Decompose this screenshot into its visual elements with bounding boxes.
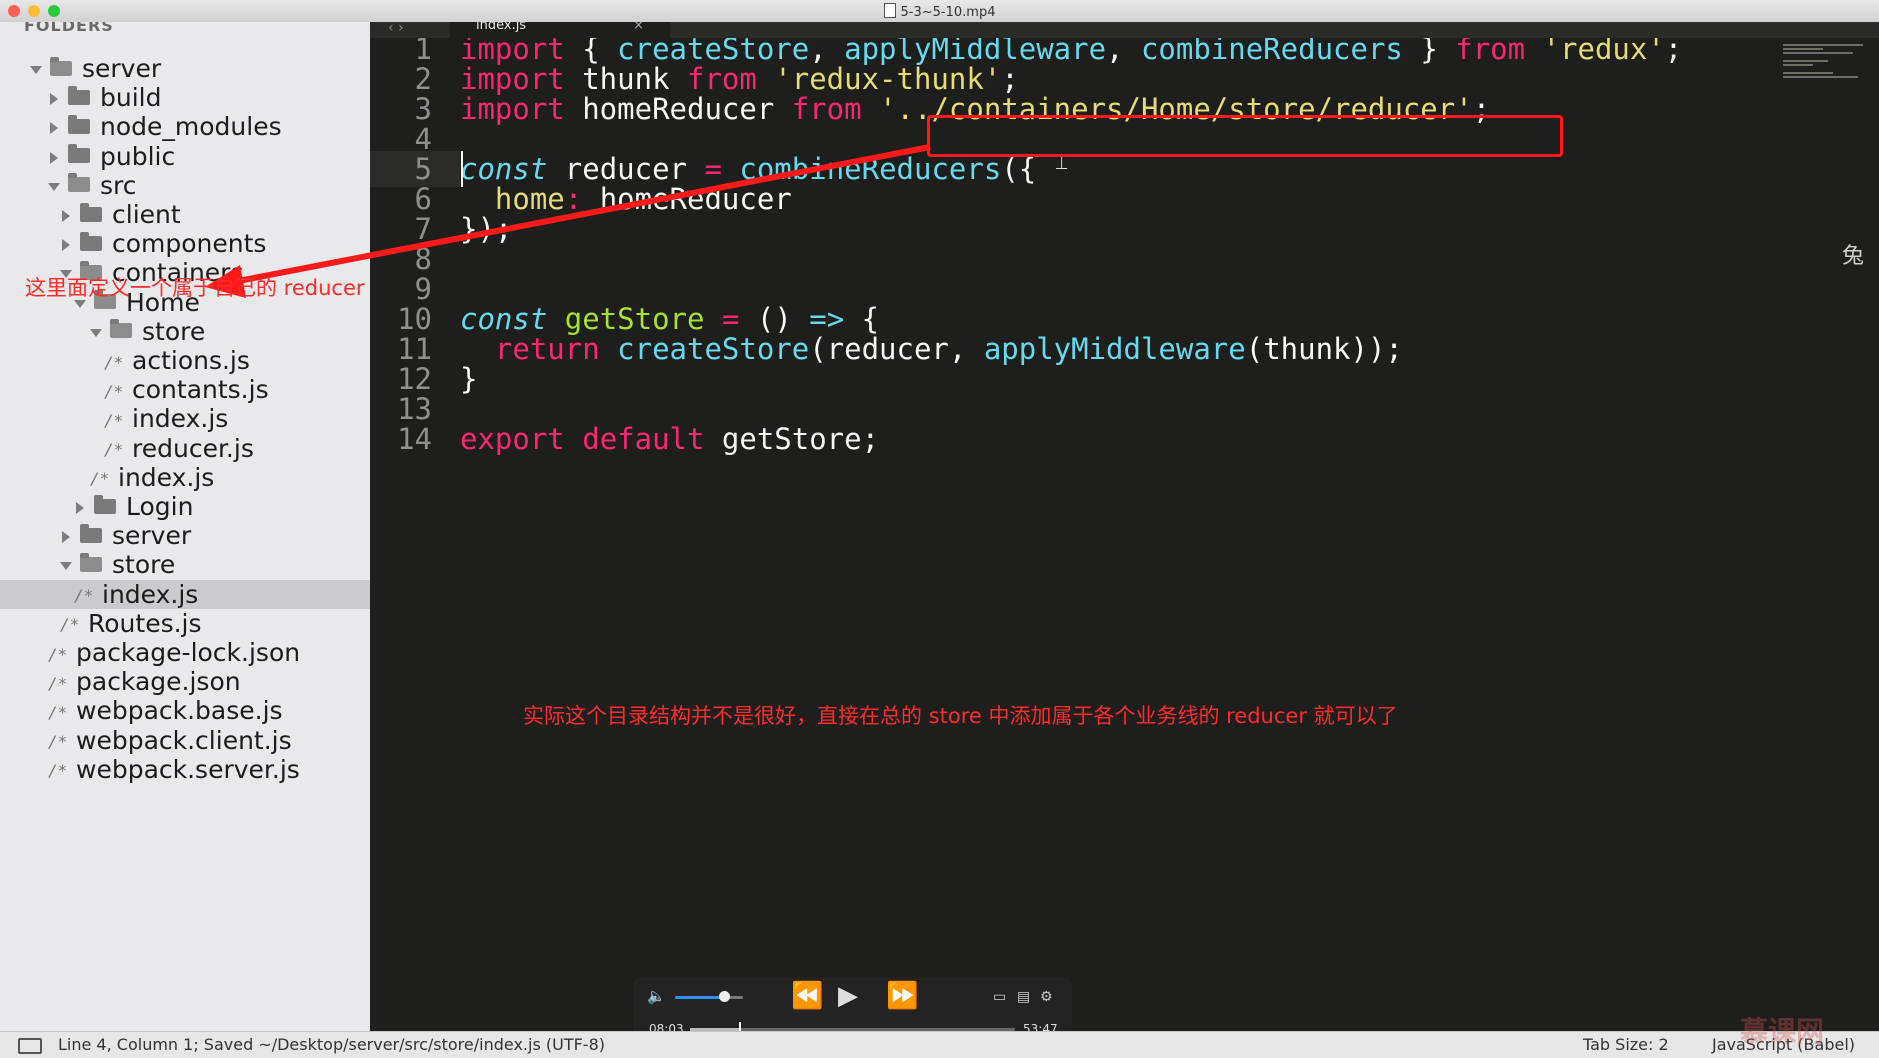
- volume-fill: [675, 996, 724, 999]
- rewind-button[interactable]: ⏪: [791, 981, 823, 1011]
- subtitles-icon[interactable]: ▤: [1017, 989, 1030, 1005]
- panel-toggle-icon[interactable]: [18, 1038, 42, 1054]
- status-text: Line 4, Column 1; Saved ~/Desktop/server…: [58, 1035, 605, 1054]
- watermark-logo: 慕课网: [1740, 1015, 1825, 1048]
- annotation-arrow-line: [227, 144, 931, 286]
- volume-icon[interactable]: 🔈: [647, 987, 666, 1005]
- volume-knob[interactable]: [718, 991, 730, 1002]
- airplay-icon[interactable]: ▭: [993, 989, 1006, 1005]
- fast-forward-button[interactable]: ⏩: [886, 981, 918, 1011]
- annotation-note-bottom: 实际这个目录结构并不是很好，直接在总的 store 中添加属于各个业务线的 re…: [523, 704, 1398, 728]
- annotation-note-left: 这里面定义一个属于自己的 reducer: [25, 276, 365, 300]
- tab-size[interactable]: Tab Size: 2: [1583, 1035, 1669, 1054]
- annotation-arrow: [205, 144, 931, 298]
- settings-gear-icon[interactable]: ⚙: [1040, 989, 1053, 1005]
- volume-slider[interactable]: [675, 991, 743, 1002]
- status-bar: Line 4, Column 1; Saved ~/Desktop/server…: [0, 1031, 1879, 1058]
- play-button[interactable]: ▶: [838, 981, 858, 1011]
